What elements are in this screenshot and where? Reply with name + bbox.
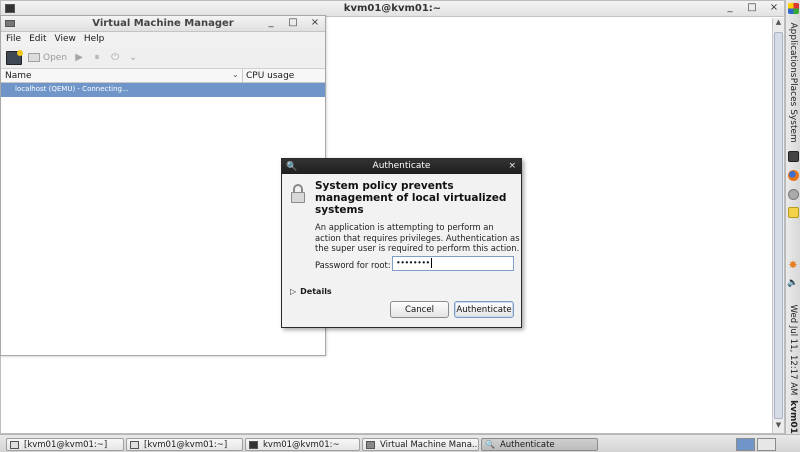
password-label: Password for root: bbox=[315, 260, 391, 270]
terminal-icon bbox=[249, 440, 258, 449]
terminal-title: kvm01@kvm01:~ bbox=[343, 3, 442, 14]
menu-edit[interactable]: Edit bbox=[29, 34, 46, 45]
vmm-titlebar[interactable]: Virtual Machine Manager _ □ × bbox=[1, 16, 325, 32]
clock[interactable]: Wed Jul 11, 12:17 AM bbox=[788, 305, 798, 396]
taskbar-item-authenticate[interactable]: 🔍 Authenticate bbox=[481, 438, 598, 451]
auth-title: Authenticate bbox=[372, 161, 431, 171]
taskbar-item-label: Authenticate bbox=[499, 439, 555, 450]
workspace-2[interactable] bbox=[757, 438, 776, 451]
taskbar-item-vmm[interactable]: Virtual Machine Mana... bbox=[362, 438, 479, 451]
details-label: Details bbox=[300, 287, 332, 296]
close-button[interactable]: × bbox=[768, 2, 780, 13]
menu-file[interactable]: File bbox=[6, 34, 21, 45]
new-vm-button[interactable] bbox=[6, 49, 23, 65]
scroll-down-arrow-icon[interactable]: ▼ bbox=[773, 421, 784, 433]
run-icon[interactable]: ▶ bbox=[73, 52, 85, 63]
column-cpu-usage[interactable]: CPU usage bbox=[246, 71, 294, 81]
password-dots: •••••••• bbox=[396, 258, 430, 268]
scroll-thumb[interactable] bbox=[774, 32, 783, 419]
taskbar-item-label: kvm01@kvm01:~ bbox=[263, 439, 340, 450]
gnome-foot-icon[interactable] bbox=[788, 3, 799, 14]
minimize-button[interactable]: _ bbox=[724, 2, 736, 13]
taskbar-item-terminal-3[interactable]: kvm01@kvm01:~ bbox=[245, 438, 360, 451]
applications-menu[interactable]: Applications bbox=[788, 23, 798, 78]
lock-icon bbox=[291, 184, 305, 204]
monitor-icon bbox=[28, 53, 40, 62]
taskbar: [kvm01@kvm01:~] [kvm01@kvm01:~] kvm01@kv… bbox=[0, 434, 800, 452]
menu-help[interactable]: Help bbox=[84, 34, 105, 45]
places-menu[interactable]: Places bbox=[788, 78, 798, 107]
user-switcher[interactable]: kvm01 bbox=[788, 400, 798, 434]
authenticate-dialog: 🔍 Authenticate × System policy prevents … bbox=[281, 158, 522, 328]
vmm-menubar: File Edit View Help bbox=[1, 32, 325, 47]
key-icon: 🔍 bbox=[485, 440, 495, 449]
details-expander[interactable]: ▷ Details bbox=[290, 287, 332, 296]
column-name[interactable]: Name bbox=[5, 71, 32, 81]
open-label: Open bbox=[43, 52, 68, 63]
open-button[interactable]: Open bbox=[28, 53, 67, 63]
shutdown-dropdown-icon[interactable]: ⌄ bbox=[127, 52, 139, 63]
auth-heading: System policy prevents management of loc… bbox=[315, 180, 507, 216]
scroll-up-arrow-icon[interactable]: ▲ bbox=[773, 18, 784, 30]
pause-icon[interactable]: ⏸ bbox=[91, 52, 103, 63]
mail-launcher-icon[interactable] bbox=[788, 189, 799, 200]
menu-view[interactable]: View bbox=[55, 34, 76, 45]
volume-icon[interactable]: 🔈 bbox=[787, 278, 798, 288]
notes-launcher-icon[interactable] bbox=[788, 207, 799, 218]
vmm-toolbar: Open ▶ ⏸ ⏻ ⌄ bbox=[1, 47, 325, 69]
vmm-maximize-button[interactable]: □ bbox=[287, 17, 299, 28]
maximize-button[interactable]: □ bbox=[746, 2, 758, 13]
sort-dropdown-icon[interactable]: ⌄ bbox=[232, 70, 239, 79]
auth-titlebar[interactable]: 🔍 Authenticate × bbox=[282, 159, 521, 174]
cancel-button[interactable]: Cancel bbox=[390, 301, 449, 318]
shutdown-icon[interactable]: ⏻ bbox=[109, 52, 121, 63]
right-panel: Applications Places System ✸ 🔈 Wed Jul 1… bbox=[785, 0, 800, 434]
expander-arrow-icon: ▷ bbox=[290, 287, 297, 296]
taskbar-item-terminal-2[interactable]: [kvm01@kvm01:~] bbox=[126, 438, 243, 451]
taskbar-item-label: Virtual Machine Mana... bbox=[380, 439, 479, 450]
vmm-window: Virtual Machine Manager _ □ × File Edit … bbox=[0, 15, 326, 356]
vmm-close-button[interactable]: × bbox=[309, 17, 321, 28]
terminal-launcher-icon[interactable] bbox=[788, 151, 799, 162]
authenticate-button[interactable]: Authenticate bbox=[454, 301, 514, 318]
terminal-icon bbox=[130, 440, 139, 449]
update-notifier-icon[interactable]: ✸ bbox=[788, 259, 797, 272]
auth-description: An application is attempting to perform … bbox=[315, 222, 520, 253]
vmm-minimize-button[interactable]: _ bbox=[265, 17, 277, 28]
firefox-launcher-icon[interactable] bbox=[788, 170, 799, 181]
taskbar-item-label: [kvm01@kvm01:~] bbox=[24, 439, 108, 450]
terminal-icon bbox=[10, 440, 19, 449]
taskbar-item-label: [kvm01@kvm01:~] bbox=[144, 439, 228, 450]
system-menu[interactable]: System bbox=[788, 109, 798, 143]
connection-row[interactable]: localhost (QEMU) - Connecting... bbox=[1, 83, 325, 97]
terminal-scrollbar[interactable]: ▲ ▼ bbox=[772, 18, 784, 433]
password-input[interactable]: •••••••• bbox=[392, 256, 514, 271]
vm-list-header: Name ⌄ CPU usage bbox=[1, 69, 325, 83]
vmm-app-icon bbox=[366, 440, 375, 449]
auth-close-icon[interactable]: × bbox=[508, 161, 516, 171]
taskbar-item-terminal-1[interactable]: [kvm01@kvm01:~] bbox=[6, 438, 124, 451]
column-separator bbox=[242, 69, 243, 82]
workspace-1[interactable] bbox=[736, 438, 755, 451]
